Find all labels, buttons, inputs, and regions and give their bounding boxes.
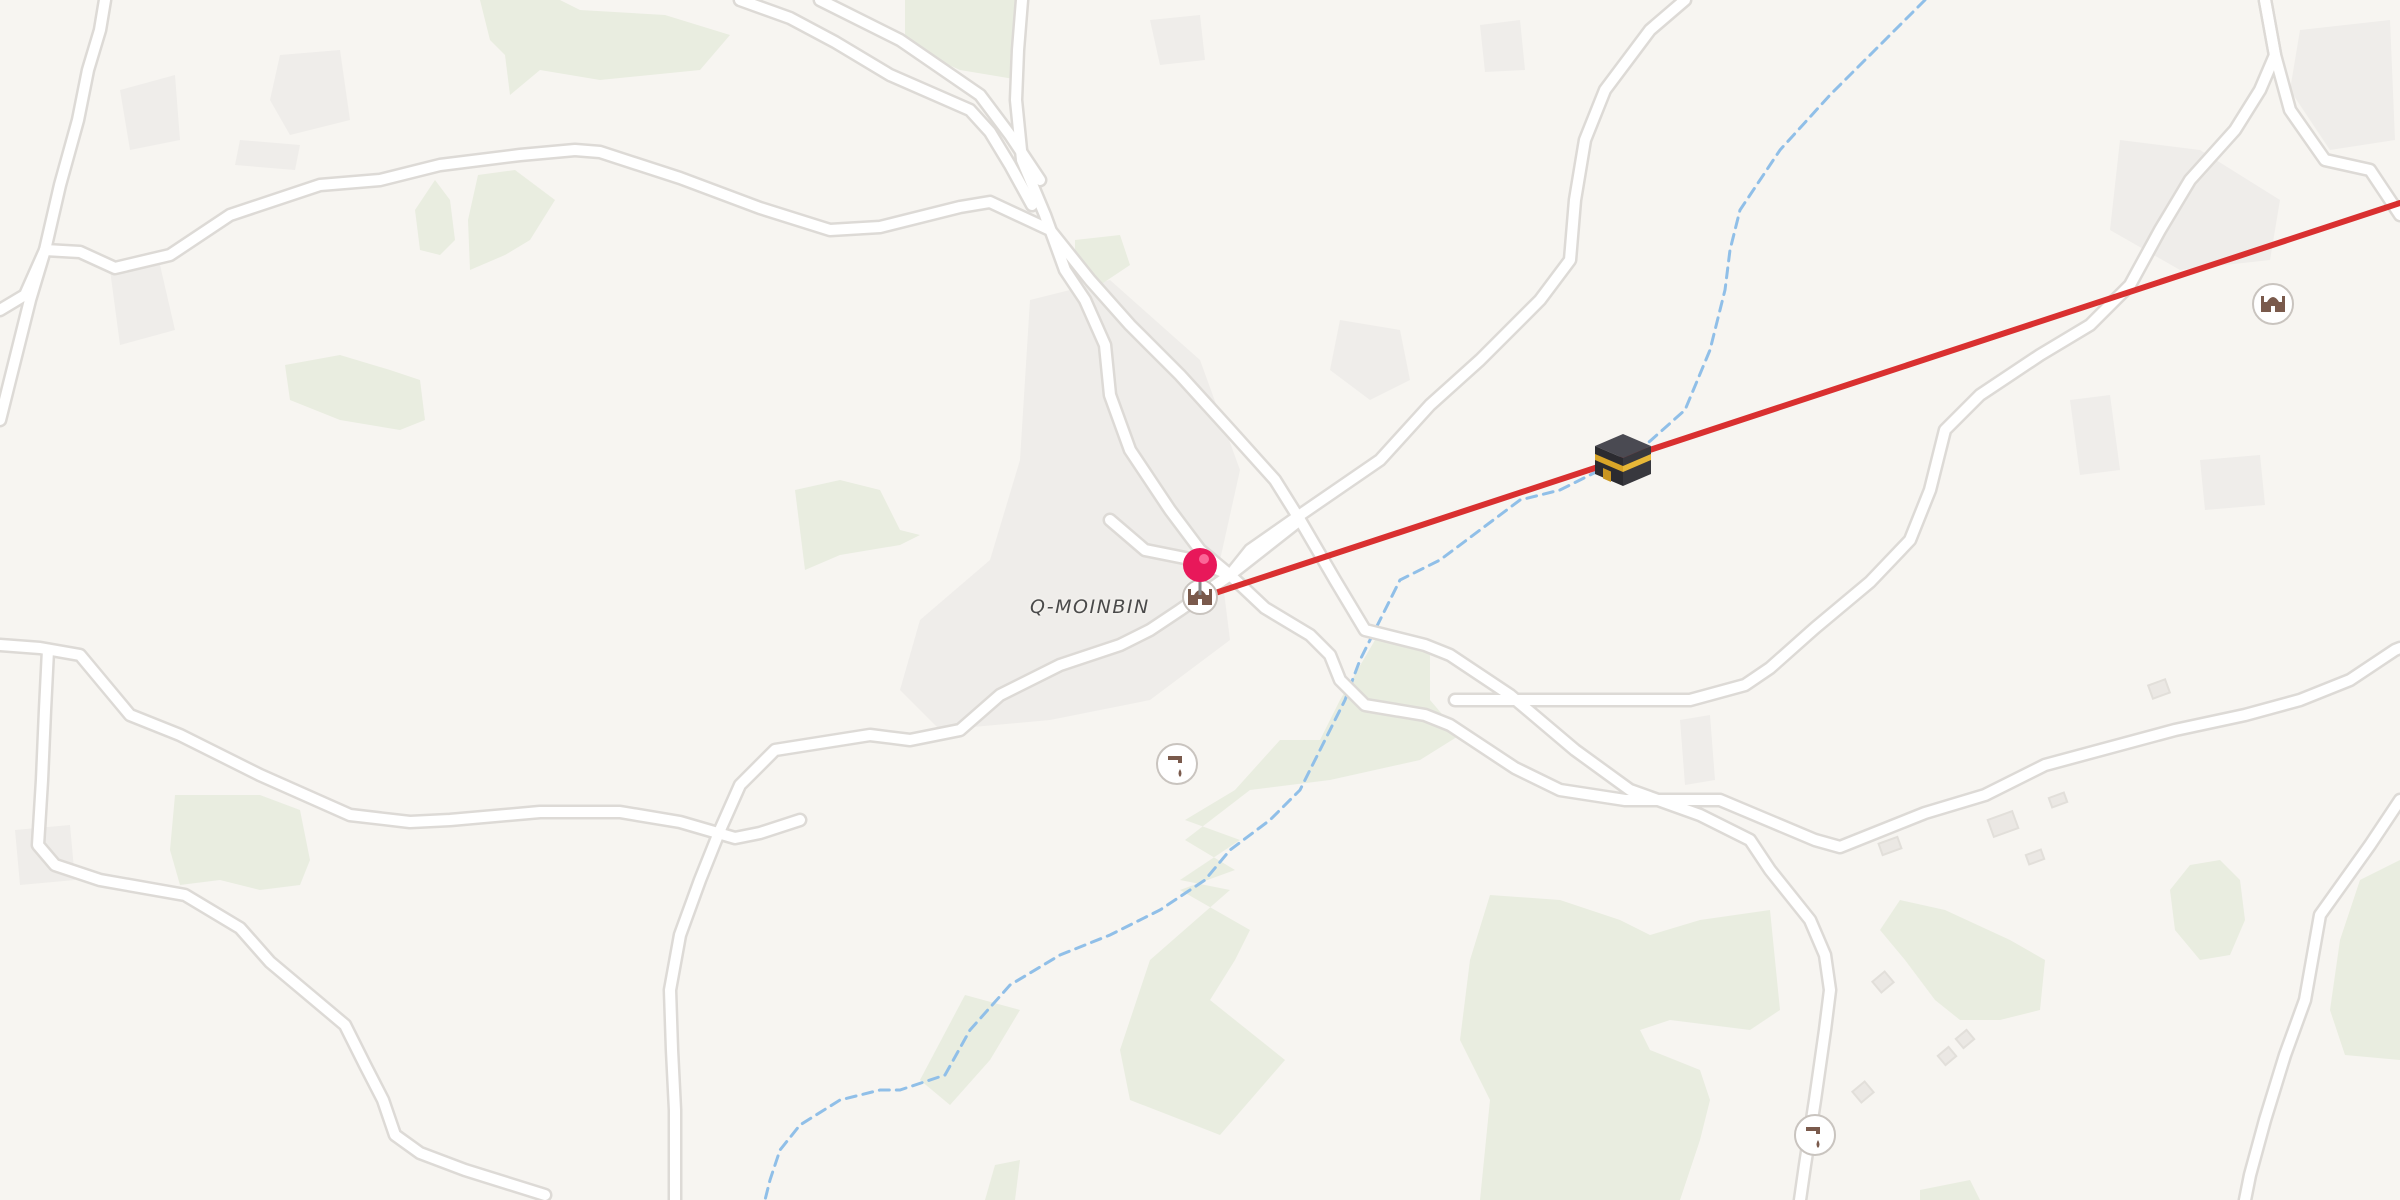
water-tap-icon[interactable] [1794,1114,1836,1156]
water-tap-icon[interactable] [1156,743,1198,785]
place-label: Q-MOINBIN [1030,596,1150,618]
map-canvas[interactable] [0,0,2400,1200]
map-view[interactable]: Q-MOINBIN [0,0,2400,1200]
mosque-icon[interactable] [2252,283,2294,325]
